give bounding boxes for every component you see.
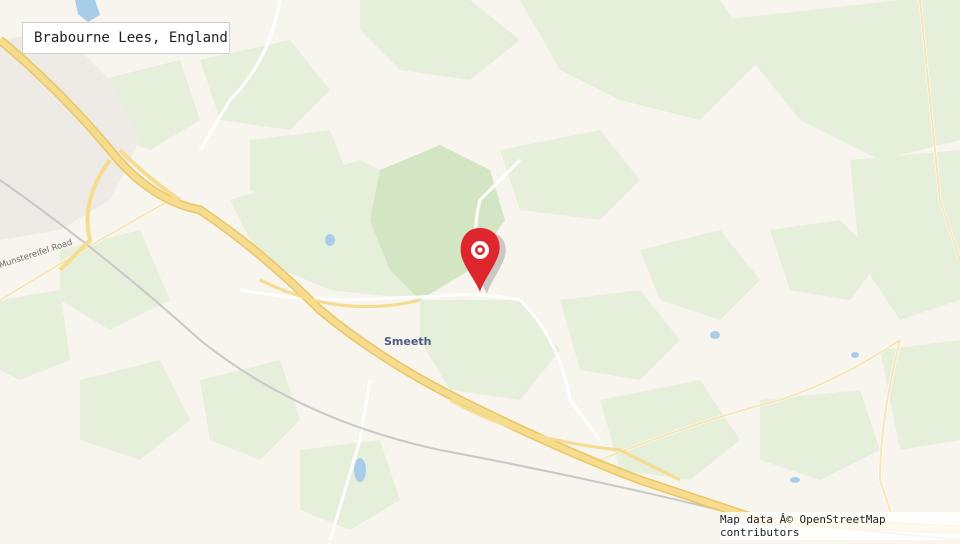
location-title-box: Brabourne Lees, England [22, 22, 230, 54]
map-canvas[interactable]: Munstereifel Road Smeeth [0, 0, 960, 540]
map-pin-icon[interactable] [452, 226, 508, 298]
map-attribution: Map data Â© OpenStreetMap contributors [720, 512, 960, 540]
attribution-text: Map data Â© OpenStreetMap contributors [720, 513, 948, 539]
place-label-smeeth: Smeeth [384, 335, 431, 348]
location-title: Brabourne Lees, England [34, 30, 228, 46]
